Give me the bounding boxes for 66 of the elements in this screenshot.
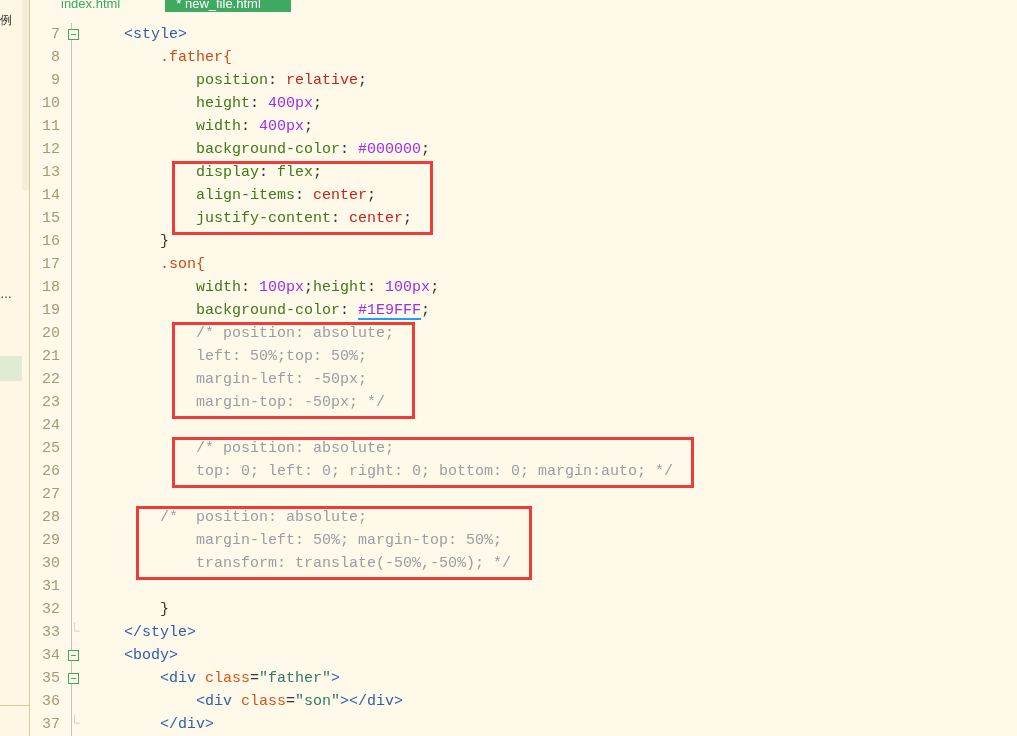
line-number: 12 xyxy=(41,140,61,160)
collapse-icon[interactable] xyxy=(67,650,79,661)
code-line: left: 50%;top: 50%; xyxy=(195,347,368,367)
line-number: 29 xyxy=(41,531,61,551)
code-line: width: 100px;height: 100px; xyxy=(195,278,440,298)
line-number: 31 xyxy=(41,577,61,597)
code-line: /* position: absolute; xyxy=(159,508,368,528)
line-number: 10 xyxy=(41,94,61,114)
code-line: top: 0; left: 0; right: 0; bottom: 0; margin:auto; */ xyxy=(195,462,674,482)
code-line: margin-left: -50px; xyxy=(195,370,368,390)
line-number: 18 xyxy=(41,278,61,298)
line-number: 21 xyxy=(41,347,61,367)
line-number: 13 xyxy=(41,163,61,183)
line-number: 7 xyxy=(50,25,61,45)
line-number: 37 xyxy=(41,715,61,735)
code-line: width: 400px; xyxy=(195,117,314,137)
line-number: 14 xyxy=(41,186,61,206)
code-line: </div> xyxy=(159,715,215,735)
selection-highlight xyxy=(0,356,22,381)
code-line: } xyxy=(159,232,169,252)
code-line: align-items: center; xyxy=(195,186,377,206)
line-number: 36 xyxy=(41,692,61,712)
line-number: 30 xyxy=(41,554,61,574)
code-line: <div class="son"></div> xyxy=(195,692,404,712)
scrollbar[interactable] xyxy=(22,0,29,190)
collapse-icon[interactable] xyxy=(67,29,79,40)
line-number: 28 xyxy=(41,508,61,528)
line-number: 9 xyxy=(50,71,61,91)
line-number: 35 xyxy=(41,669,61,689)
line-number: 33 xyxy=(41,623,61,643)
code-line: <body> xyxy=(123,646,178,666)
line-number: 22 xyxy=(41,370,61,390)
line-number: 16 xyxy=(41,232,61,252)
code-line: /* position: absolute; xyxy=(195,439,395,459)
line-number: 17 xyxy=(41,255,61,275)
code-line: .father{ xyxy=(159,48,233,68)
line-number: 8 xyxy=(50,48,61,68)
line-number: 19 xyxy=(41,301,61,321)
code-line: background-color: #1E9FFF; xyxy=(195,301,431,321)
code-line: <div class="father"> xyxy=(159,669,341,689)
sidebar-item[interactable]: 例 xyxy=(0,12,12,29)
line-number: 26 xyxy=(41,462,61,482)
code-line: margin-left: 50%; margin-top: 50%; xyxy=(195,531,503,551)
code-line: .son{ xyxy=(159,255,206,275)
code-line: /* position: absolute; xyxy=(195,324,395,344)
line-number: 25 xyxy=(41,439,61,459)
line-number: 23 xyxy=(41,393,61,413)
line-number: 20 xyxy=(41,324,61,344)
line-number: 15 xyxy=(41,209,61,229)
code-line: display: flex; xyxy=(195,163,323,183)
code-line: <style> xyxy=(123,25,188,45)
line-number: 11 xyxy=(41,117,61,137)
line-number: 34 xyxy=(41,646,61,666)
line-number: 32 xyxy=(41,600,61,620)
code-line: height: 400px; xyxy=(195,94,323,114)
code-line: transform: translate(-50%,-50%); */ xyxy=(195,554,512,574)
code-line: background-color: #000000; xyxy=(195,140,431,160)
code-line: justify-content: center; xyxy=(195,209,413,229)
line-number: 27 xyxy=(41,485,61,505)
code-line: position: relative; xyxy=(195,71,368,91)
code-line: margin-top: -50px; */ xyxy=(195,393,386,413)
code-line: </style> xyxy=(123,623,197,643)
sidebar-item[interactable]: … xyxy=(0,287,12,301)
collapse-icon[interactable] xyxy=(67,673,79,684)
line-number: 24 xyxy=(41,416,61,436)
code-line: } xyxy=(159,600,169,620)
